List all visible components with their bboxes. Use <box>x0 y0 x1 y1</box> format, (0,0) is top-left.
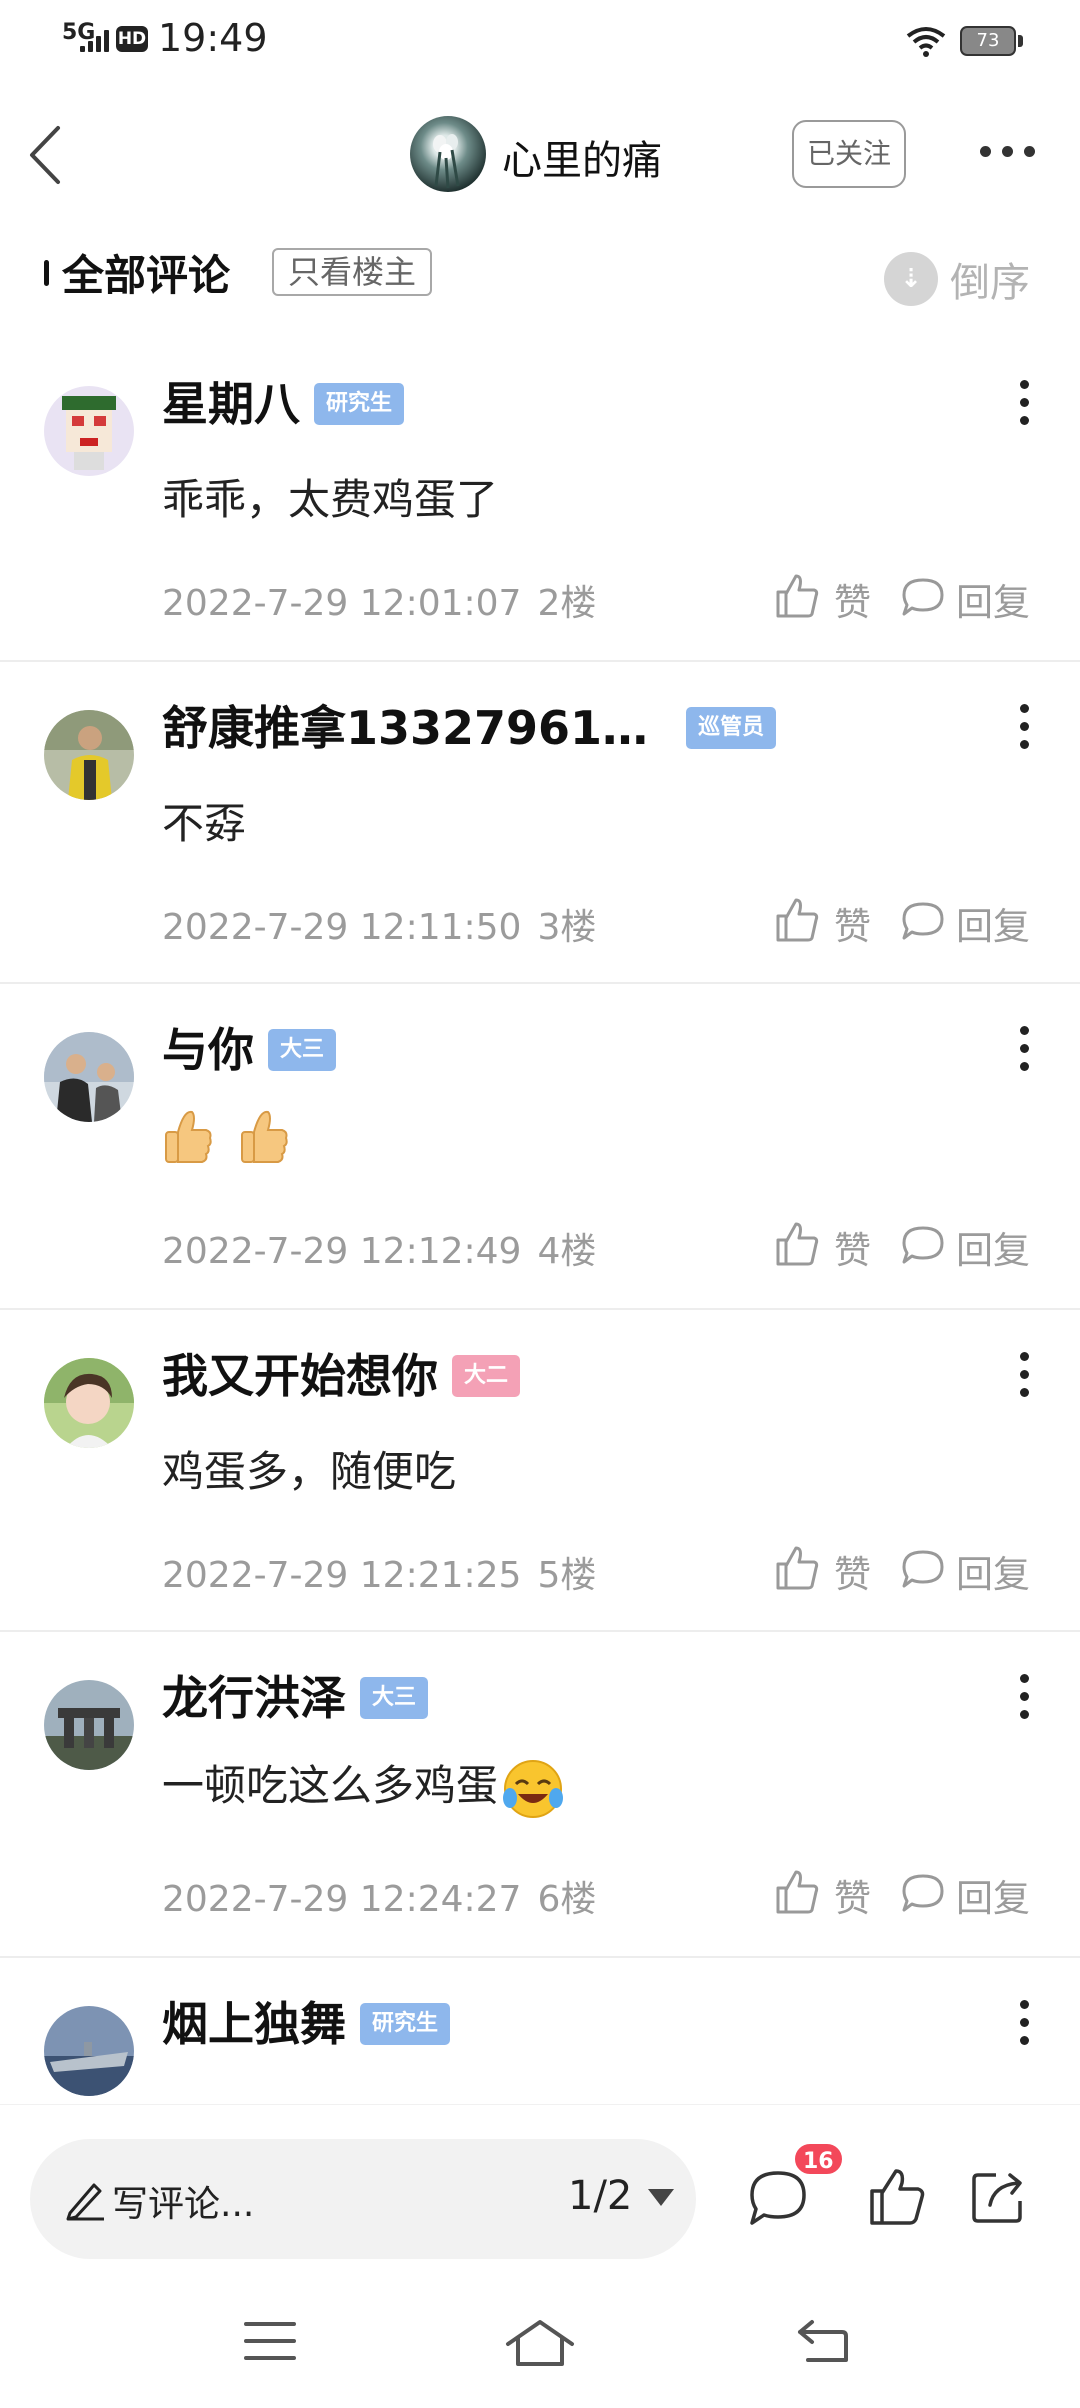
comment-more-icon[interactable] <box>1018 1026 1030 1072</box>
system-navigation-bar <box>0 2284 1080 2408</box>
comment-more-icon[interactable] <box>1018 380 1030 426</box>
only-op-button[interactable]: 只看楼主 <box>272 248 433 296</box>
battery-tip <box>1018 35 1023 47</box>
comment-more-icon[interactable] <box>1018 1674 1030 1720</box>
page-indicator[interactable]: 1/2 <box>568 2173 632 2219</box>
comment-placeholder: 写评论... <box>112 2184 255 2225</box>
user-name[interactable]: 星期八 研究生 <box>162 368 405 434</box>
comment-meta: 2022-7-29 12:21:25 5楼 <box>162 1546 596 1598</box>
comment-more-icon[interactable] <box>1018 704 1030 750</box>
level-badge: 研究生 <box>360 2002 451 2045</box>
hd-icon: HD <box>116 26 148 52</box>
level-badge: 大二 <box>452 1354 521 1397</box>
comment-time: 2022-7-29 12:24:27 <box>162 1879 522 1920</box>
chat-bubble-icon <box>902 1226 944 1264</box>
comment-text: 一顿吃这么多鸡蛋 <box>162 1752 564 1820</box>
comment-text: 乖乖，太费鸡蛋了 <box>162 475 499 524</box>
comment-more-icon[interactable] <box>1018 1352 1030 1398</box>
comment-text <box>162 1106 314 1166</box>
menu-icon[interactable] <box>244 2318 296 2364</box>
thumbs-up-emoji-icon <box>165 1110 212 1163</box>
user-name[interactable]: 烟上独舞 研究生 <box>162 1988 451 2054</box>
comment-item: 烟上独舞 研究生 <box>0 1958 1080 2104</box>
comment-floor: 3楼 <box>537 907 597 948</box>
comment-time: 2022-7-29 12:01:07 <box>162 583 522 624</box>
thumbs-up-icon <box>776 898 819 942</box>
page-dropdown-icon[interactable] <box>648 2189 674 2206</box>
user-avatar[interactable] <box>44 1680 134 1770</box>
user-avatar[interactable] <box>44 1032 134 1122</box>
user-name[interactable]: 我又开始想你 大二 <box>162 1340 521 1406</box>
follow-button[interactable]: 已关注 <box>792 120 906 188</box>
post-header: 心里的痛 已关注 <box>0 100 1080 212</box>
user-name[interactable]: 舒康推拿13327961… 巡管员 <box>162 692 777 758</box>
user-avatar[interactable] <box>44 386 134 476</box>
status-bar: 5G HD 19:49 73 <box>0 0 1080 84</box>
comment-time: 2022-7-29 12:12:49 <box>162 1231 522 1272</box>
comment-item: 与你 大三 2022-7-29 12:12:49 4楼 赞 回复 <box>0 984 1080 1310</box>
thumbs-up-icon <box>776 1222 819 1266</box>
comment-text: 鸡蛋多，随便吃 <box>162 1447 457 1496</box>
pencil-icon <box>66 2183 104 2221</box>
all-comments-title: 全部评论 <box>62 251 231 300</box>
comment-meta: 2022-7-29 12:24:27 6楼 <box>162 1870 596 1922</box>
sort-order-label[interactable]: 倒序 <box>950 250 1030 308</box>
back-arrow-icon[interactable] <box>22 120 72 190</box>
thumbs-up-icon <box>776 1870 819 1914</box>
laugh-cry-emoji-icon <box>503 1759 564 1818</box>
comment-item: 我又开始想你 大二 鸡蛋多，随便吃 2022-7-29 12:21:25 5楼 赞 … <box>0 1310 1080 1632</box>
signal-icon <box>80 30 110 52</box>
more-options-icon[interactable] <box>980 146 1036 160</box>
user-avatar[interactable] <box>44 2006 134 2096</box>
thumbs-up-icon <box>776 574 819 618</box>
comment-meta: 2022-7-29 12:01:07 2楼 <box>162 574 596 626</box>
user-name[interactable]: 龙行洪泽 大三 <box>162 1662 429 1728</box>
thumbs-up-emoji-icon <box>241 1110 288 1163</box>
comment-count-badge: 16 <box>792 2141 845 2177</box>
user-avatar[interactable] <box>44 710 134 800</box>
chat-bubble-icon <box>902 902 944 940</box>
comment-text: 不孬 <box>162 799 247 848</box>
thumbs-up-icon <box>776 1546 819 1590</box>
level-badge: 大三 <box>360 1676 429 1719</box>
comment-meta: 2022-7-29 12:11:50 3楼 <box>162 898 596 950</box>
comment-more-icon[interactable] <box>1018 2000 1030 2046</box>
comment-floor: 6楼 <box>537 1879 597 1920</box>
battery-icon: 73 <box>960 26 1016 56</box>
comment-input[interactable]: 写评论... 1/2 <box>30 2139 696 2259</box>
chat-bubble-icon <box>902 578 944 616</box>
level-badge: 研究生 <box>314 382 405 425</box>
comment-floor: 5楼 <box>537 1555 597 1596</box>
comment-filter-bar: 全部评论 只看楼主 ⇣ 倒序 <box>0 236 1080 312</box>
bottom-action-bar: 写评论... 1/2 16 <box>0 2104 1080 2284</box>
comment-floor: 2楼 <box>537 583 597 624</box>
status-time: 19:49 <box>158 16 268 60</box>
wifi-icon <box>906 27 946 57</box>
comment-time: 2022-7-29 12:11:50 <box>162 907 522 948</box>
back-nav-icon[interactable] <box>796 2318 850 2364</box>
chat-bubble-icon <box>902 1550 944 1588</box>
comment-item: 龙行洪泽 大三 一顿吃这么多鸡蛋 2022-7-29 12:24:27 6楼 赞 回… <box>0 1632 1080 1958</box>
comment-meta: 2022-7-29 12:12:49 4楼 <box>162 1222 596 1274</box>
comment-item: 星期八 研究生 乖乖，太费鸡蛋了 2022-7-29 12:01:07 2楼 赞 回… <box>0 338 1080 662</box>
user-avatar[interactable] <box>44 1358 134 1448</box>
comment-time: 2022-7-29 12:21:25 <box>162 1555 522 1596</box>
like-post-icon[interactable] <box>864 2165 928 2229</box>
chat-bubble-icon <box>902 1874 944 1912</box>
comment-item: 舒康推拿13327961… 巡管员 不孬 2022-7-29 12:11:50 3楼… <box>0 662 1080 984</box>
comment-list: 星期八 研究生 乖乖，太费鸡蛋了 2022-7-29 12:01:07 2楼 赞 回… <box>0 338 1080 2104</box>
level-badge: 大三 <box>268 1028 337 1071</box>
author-name[interactable]: 心里的痛 <box>502 128 662 186</box>
sort-order-icon[interactable]: ⇣ <box>884 252 938 306</box>
share-icon[interactable] <box>966 2165 1030 2229</box>
section-marker <box>44 260 49 286</box>
author-avatar[interactable] <box>410 116 486 192</box>
user-name[interactable]: 与你 大三 <box>162 1014 337 1080</box>
level-badge: 巡管员 <box>686 706 777 749</box>
home-icon[interactable] <box>504 2318 576 2368</box>
comment-floor: 4楼 <box>537 1231 597 1272</box>
